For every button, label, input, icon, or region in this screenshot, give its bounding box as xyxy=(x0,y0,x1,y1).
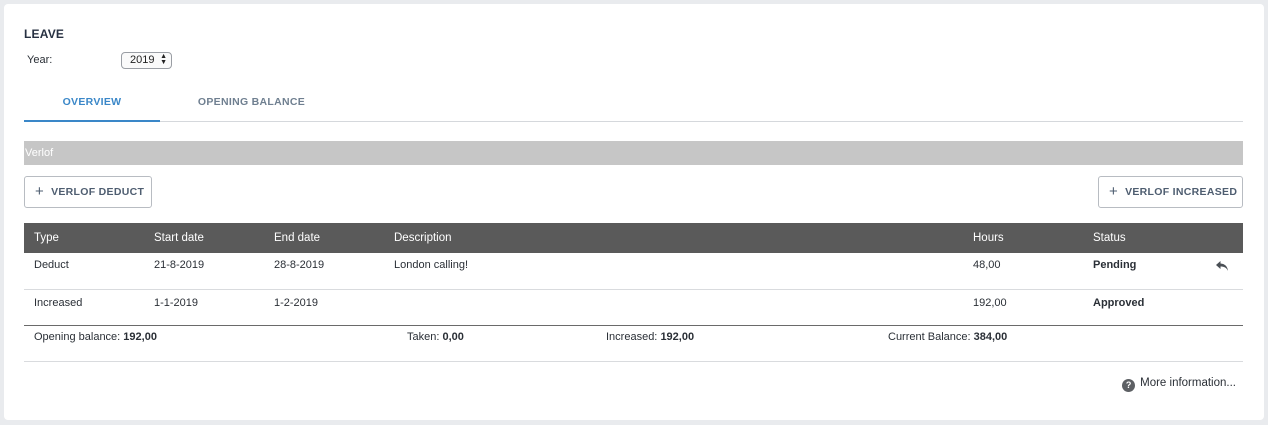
leave-card: LEAVE Year: 2019 ▲ ▼ OVERVIEW OPENING BAL… xyxy=(4,4,1264,420)
cell-hours: 48,00 xyxy=(963,253,1083,290)
verlof-increased-button[interactable]: + VERLOF INCREASED xyxy=(1098,176,1243,208)
balance-summary: Opening balance: 192,00 Taken: 0,00 Incr… xyxy=(24,324,1243,362)
tab-overview[interactable]: OVERVIEW xyxy=(24,90,160,122)
column-header-description: Description xyxy=(384,223,963,253)
tab-opening-balance[interactable]: OPENING BALANCE xyxy=(160,90,343,122)
page-title: LEAVE xyxy=(24,27,65,41)
increased-value: 192,00 xyxy=(660,331,695,343)
opening-balance: Opening balance: 192,00 xyxy=(34,331,157,343)
verlof-deduct-label: VERLOF DEDUCT xyxy=(51,186,145,198)
year-select[interactable]: 2019 ▲ ▼ xyxy=(121,52,172,69)
cell-status-approved: Approved xyxy=(1083,289,1193,326)
cell-actions xyxy=(1193,253,1243,290)
column-header-hours: Hours xyxy=(963,223,1083,253)
taken-label: Taken: xyxy=(407,331,440,343)
cell-hours: 192,00 xyxy=(963,289,1083,326)
cell-status-pending: Pending xyxy=(1083,253,1193,290)
cell-start-date: 21-8-2019 xyxy=(144,253,264,290)
more-information-label: More information... xyxy=(1140,377,1236,389)
current-balance: Current Balance: 384,00 xyxy=(888,331,1007,343)
cell-start-date: 1-1-2019 xyxy=(144,289,264,326)
leave-table: Type Start date End date Description Hou… xyxy=(24,223,1243,326)
taken-value: 0,00 xyxy=(442,331,464,343)
cell-end-date: 1-2-2019 xyxy=(264,289,384,326)
current-balance-value: 384,00 xyxy=(973,331,1008,343)
year-select-value: 2019 xyxy=(130,54,155,66)
increased-label: Increased: xyxy=(606,331,658,343)
more-information-link[interactable]: ? More information... xyxy=(1122,377,1236,392)
plus-icon: + xyxy=(35,183,45,200)
cell-description xyxy=(384,289,963,326)
cell-description: London calling! xyxy=(384,253,963,290)
column-header-end-date: End date xyxy=(264,223,384,253)
table-row: Deduct 21-8-2019 28-8-2019 London callin… xyxy=(24,253,1243,290)
verlof-increased-label: VERLOF INCREASED xyxy=(1125,186,1238,198)
column-header-actions xyxy=(1193,223,1243,253)
section-header-verlof: Verlof xyxy=(24,141,1243,165)
select-arrows-icon: ▲ ▼ xyxy=(160,53,167,66)
table-header-row: Type Start date End date Description Hou… xyxy=(24,223,1243,253)
opening-balance-label: Opening balance: xyxy=(34,331,121,343)
plus-icon: + xyxy=(1109,183,1119,200)
tab-bar: OVERVIEW OPENING BALANCE xyxy=(24,90,1243,122)
verlof-deduct-button[interactable]: + VERLOF DEDUCT xyxy=(24,176,152,208)
cell-type: Increased xyxy=(24,289,144,326)
column-header-status: Status xyxy=(1083,223,1193,253)
column-header-type: Type xyxy=(24,223,144,253)
undo-icon[interactable] xyxy=(1215,259,1229,273)
table-row: Increased 1-1-2019 1-2-2019 192,00 Appro… xyxy=(24,289,1243,326)
column-header-start-date: Start date xyxy=(144,223,264,253)
cell-actions xyxy=(1193,289,1243,326)
increased-balance: Increased: 192,00 xyxy=(606,331,694,343)
cell-type: Deduct xyxy=(24,253,144,290)
question-icon: ? xyxy=(1122,379,1136,392)
opening-balance-value: 192,00 xyxy=(123,331,157,343)
year-label: Year: xyxy=(27,54,53,66)
cell-end-date: 28-8-2019 xyxy=(264,253,384,290)
taken-balance: Taken: 0,00 xyxy=(407,331,464,343)
current-balance-label: Current Balance: xyxy=(888,331,971,343)
